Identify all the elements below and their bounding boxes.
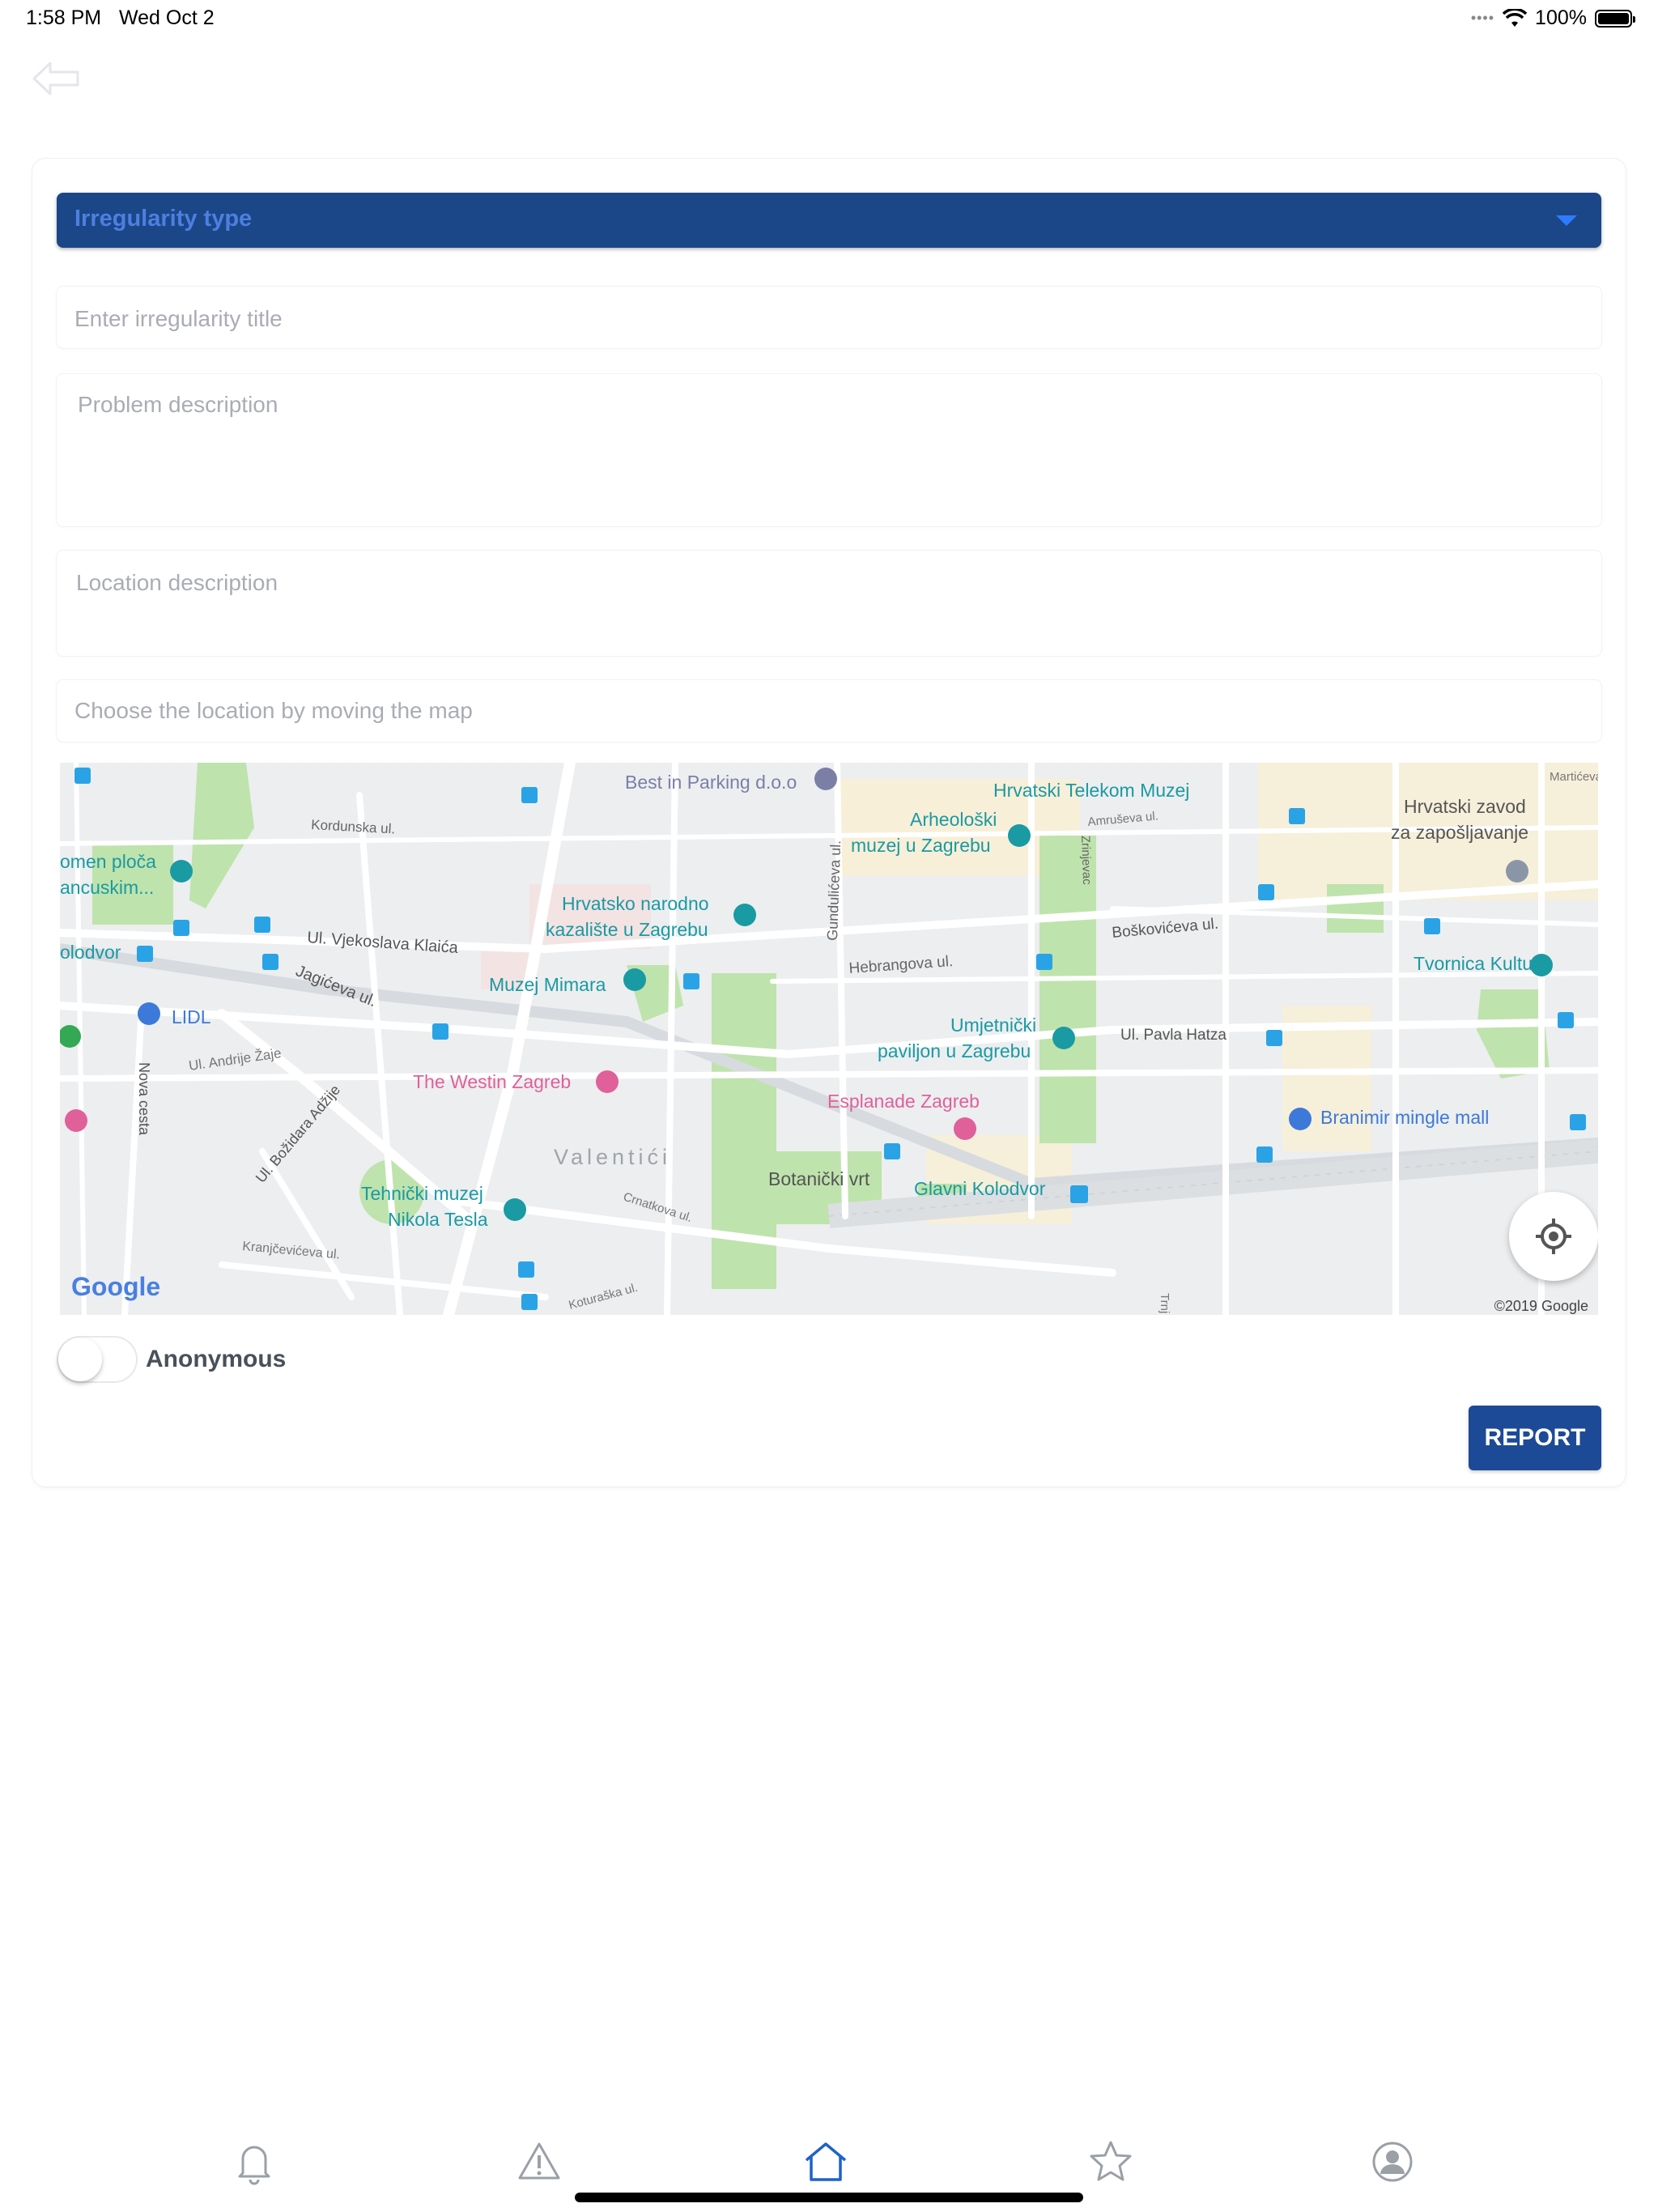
map-hint-text: Choose the location by moving the map [74, 698, 473, 723]
map-poi-label: Arheološki [910, 809, 997, 830]
location-placeholder: Location description [76, 570, 278, 595]
map-street-label: Nova cesta [136, 1062, 152, 1136]
map-canvas[interactable]: Kordunska ul. Ul. Vjekoslava Klaića Jagi… [60, 763, 1598, 1315]
locate-me-button[interactable] [1509, 1192, 1598, 1281]
map-poi-label: ancuskim... [60, 877, 154, 898]
map-poi-label: olodvor [60, 942, 121, 963]
warning-icon [518, 2142, 560, 2180]
back-arrow-icon [32, 62, 79, 96]
map-poi-label: za zapošljavanje [1391, 822, 1528, 843]
map-poi-label: Branimir mingle mall [1320, 1107, 1489, 1128]
map-hint-field: Choose the location by moving the map [57, 680, 1601, 742]
location-description-input[interactable]: Location description [57, 551, 1601, 656]
user-icon [1372, 2142, 1413, 2182]
caret-down-icon [1556, 215, 1577, 226]
map-poi-label: The Westin Zagreb [413, 1071, 571, 1092]
report-button[interactable]: REPORT [1469, 1406, 1601, 1470]
irregularity-type-label: Irregularity type [74, 206, 253, 232]
status-time: 1:58 PM [26, 6, 102, 29]
map-street-label: Zrinjevac [1078, 836, 1094, 886]
anonymous-label: Anonymous [146, 1346, 287, 1372]
map-street-label: Martićeva [1550, 770, 1598, 784]
location-map[interactable]: Kordunska ul. Ul. Vjekoslava Klaića Jagi… [60, 763, 1598, 1315]
map-poi-label: Nikola Tesla [388, 1209, 488, 1230]
title-input[interactable]: Enter irregularity title [57, 287, 1601, 348]
map-poi-label: Hrvatski zavod [1404, 796, 1526, 817]
map-poi-label: Muzej Mimara [489, 974, 606, 995]
map-poi-label: Hrvatsko narodno [562, 893, 709, 914]
map-poi-label: Umjetnički [950, 1015, 1036, 1036]
tab-notifications[interactable] [230, 2138, 278, 2186]
map-poi-label: kazalište u Zagrebu [546, 919, 708, 940]
map-street-label: Trnj [1158, 1293, 1171, 1313]
map-poi-label: muzej u Zagrebu [851, 835, 991, 856]
battery-percent: 100% [1535, 6, 1587, 29]
status-date: Wed Oct 2 [119, 6, 215, 29]
map-poi-label: Tehnički muzej [361, 1183, 483, 1204]
cellular-icon: •••• [1470, 10, 1495, 26]
home-icon [805, 2142, 847, 2181]
tab-favorites[interactable] [1086, 2138, 1135, 2186]
problem-placeholder: Problem description [78, 392, 278, 417]
star-icon [1090, 2141, 1132, 2181]
map-poi-label: Esplanade Zagreb [827, 1091, 980, 1112]
status-bar: 1:58 PM Wed Oct 2 •••• 100% [0, 0, 1658, 39]
status-right: •••• 100% [1470, 6, 1635, 30]
crosshair-icon [1536, 1219, 1571, 1254]
map-poi-label: Best in Parking d.o.o [625, 772, 797, 793]
report-form-card: Irregularity type Enter irregularity tit… [32, 159, 1626, 1487]
anonymous-toggle[interactable] [57, 1336, 138, 1383]
battery-icon [1595, 9, 1635, 28]
map-poi-label: Botanički vrt [768, 1168, 870, 1189]
map-poi-label: Hrvatski Telekom Muzej [993, 780, 1189, 801]
tab-profile[interactable] [1368, 2138, 1417, 2186]
wifi-icon [1503, 8, 1528, 27]
toggle-knob [58, 1338, 102, 1381]
tab-home[interactable] [801, 2138, 850, 2186]
title-placeholder: Enter irregularity title [74, 306, 283, 331]
home-indicator[interactable] [575, 2193, 1083, 2202]
back-button[interactable] [31, 60, 83, 97]
bell-icon [238, 2146, 270, 2185]
map-poi-label: Valentići [554, 1145, 671, 1169]
map-street-label: Ul. Pavla Hatza [1120, 1027, 1226, 1044]
map-poi-label: paviljon u Zagrebu [878, 1040, 1031, 1061]
map-poi-label: Tvornica Kulture [1414, 953, 1549, 974]
map-poi-label: Glavni Kolodvor [914, 1178, 1046, 1199]
problem-description-input[interactable]: Problem description [57, 374, 1601, 526]
irregularity-type-select[interactable]: Irregularity type [57, 193, 1601, 248]
google-logo: Google [71, 1272, 161, 1301]
map-poi-label: omen ploča [60, 851, 156, 872]
tab-report[interactable] [515, 2138, 563, 2186]
map-copyright: ©2019 Google [1494, 1298, 1588, 1314]
map-poi-label: LIDL [172, 1006, 211, 1027]
